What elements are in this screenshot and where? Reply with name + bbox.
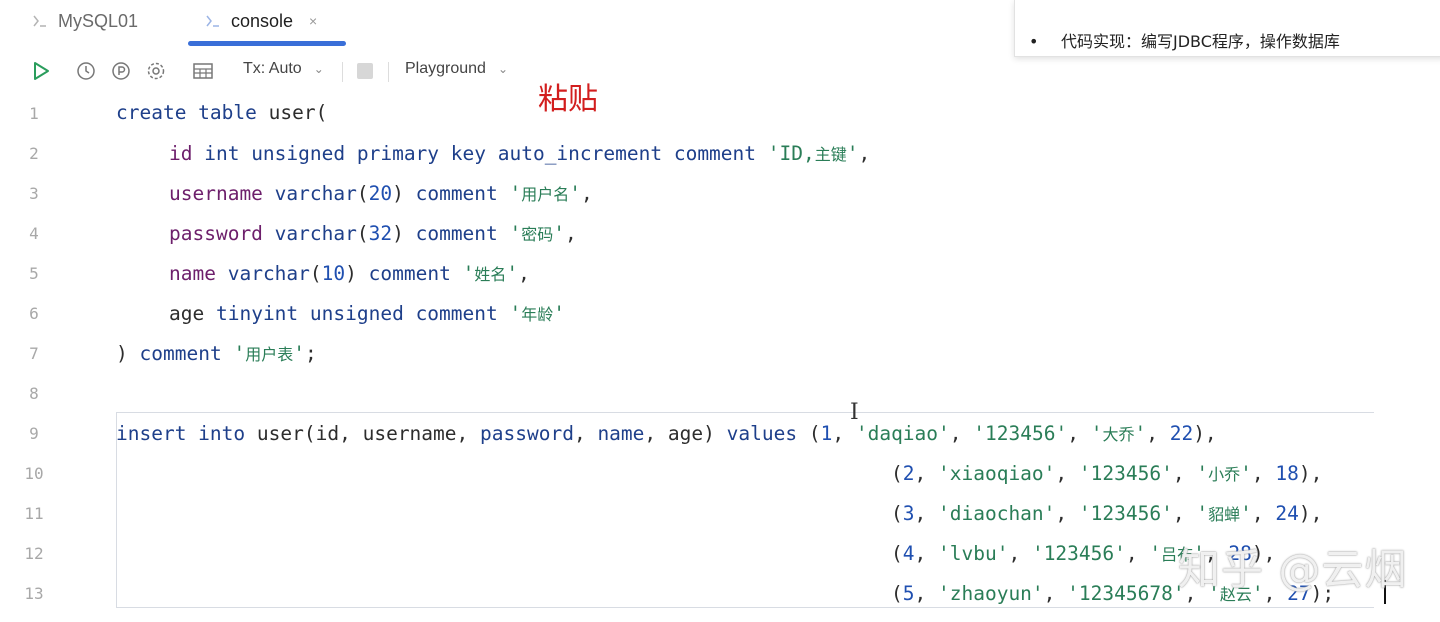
code-line: 7 ) comment '用户表'; [0,334,1440,374]
toolbar-divider [342,62,343,82]
popup-line-2: • 代码实现：编写JDBC程序，操作数据库 [1029,28,1340,52]
transaction-mode-select[interactable]: Tx: Auto ⌄ [243,60,324,78]
code-text: insert into user(id, username, password,… [116,422,1217,445]
pin-button[interactable] [111,61,131,81]
bullet: • [1029,32,1039,51]
history-button[interactable] [76,61,96,81]
line-number: 11 [24,504,44,523]
tab-mysql01[interactable]: MySQL01 [32,8,138,34]
code-line: 3 username varchar(20) comment '用户名', [0,174,1440,214]
code-text: password varchar(32) comment '密码', [169,222,577,245]
stop-button[interactable] [357,63,373,79]
line-number: 6 [29,304,39,323]
line-number: 7 [29,344,39,363]
clock-icon [77,62,95,80]
play-icon [34,62,49,80]
editor-toolbar: Tx: Auto ⌄ Playground ⌄ [0,56,1010,88]
line-number: 12 [24,544,44,563]
line-number: 1 [29,104,39,123]
code-text: name varchar(10) comment '姓名', [169,262,530,285]
code-text: age tinyint unsigned comment '年龄' [169,302,566,325]
table-view-button[interactable] [192,61,214,81]
settings-button[interactable] [146,61,166,81]
line-number: 3 [29,184,39,203]
tab-label: console [231,10,294,31]
p-circle-icon [112,62,130,80]
gear-icon [147,62,165,80]
code-text: ) comment '用户表'; [116,342,317,365]
code-line: 10 (2, 'xiaoqiao', '123456', '小乔', 18), [0,454,1440,494]
active-tab-indicator [188,41,346,46]
line-number: 8 [29,384,39,403]
code-line: 11 (3, 'diaochan', '123456', '貂蝉', 24), [0,494,1440,534]
code-line: 8 [0,374,1440,414]
tx-label: Tx: Auto [243,60,302,77]
line-number: 4 [29,224,39,243]
code-line: 1 create table user( [0,94,1440,134]
i-beam-cursor-icon: I [850,400,859,425]
code-text: (2, 'xiaoqiao', '123456', '小乔', 18), [891,462,1323,485]
table-icon [193,63,213,79]
code-text: id int unsigned primary key auto_increme… [169,142,871,165]
code-text: username varchar(20) comment '用户名', [169,182,593,205]
tab-label: MySQL01 [58,10,139,31]
tab-console[interactable]: console × [205,8,317,34]
close-tab-icon[interactable]: × [309,13,317,29]
database-console-icon [33,15,46,27]
console-icon [206,15,219,27]
toolbar-divider [388,62,389,82]
code-line: 5 name varchar(10) comment '姓名', [0,254,1440,294]
code-text: create table user( [116,101,328,124]
popup-line-2-text: 代码实现：编写JDBC程序，操作数据库 [1061,32,1340,51]
code-line: 2 id int unsigned primary key auto_incre… [0,134,1440,174]
code-line: 4 password varchar(32) comment '密码', [0,214,1440,254]
code-line: 9 insert into user(id, username, passwor… [0,414,1440,454]
line-number: 2 [29,144,39,163]
run-button[interactable] [30,60,52,82]
line-number: 9 [29,424,39,443]
chevron-down-icon: ⌄ [497,62,509,76]
playground-label: Playground [405,60,486,77]
code-text: (3, 'diaochan', '123456', '貂蝉', 24), [891,502,1323,525]
watermark: 知乎 @云烟 [1178,545,1408,594]
playground-select[interactable]: Playground ⌄ [405,60,508,78]
chevron-down-icon: ⌄ [313,62,324,76]
tab-bar: MySQL01 console × [0,0,1010,50]
notes-popup: • 代码实现：编写JDBC程序，操作数据库 [1014,0,1440,57]
line-number: 5 [29,264,39,283]
line-number: 13 [24,584,44,603]
code-line: 6 age tinyint unsigned comment '年龄' [0,294,1440,334]
line-number: 10 [24,464,44,483]
